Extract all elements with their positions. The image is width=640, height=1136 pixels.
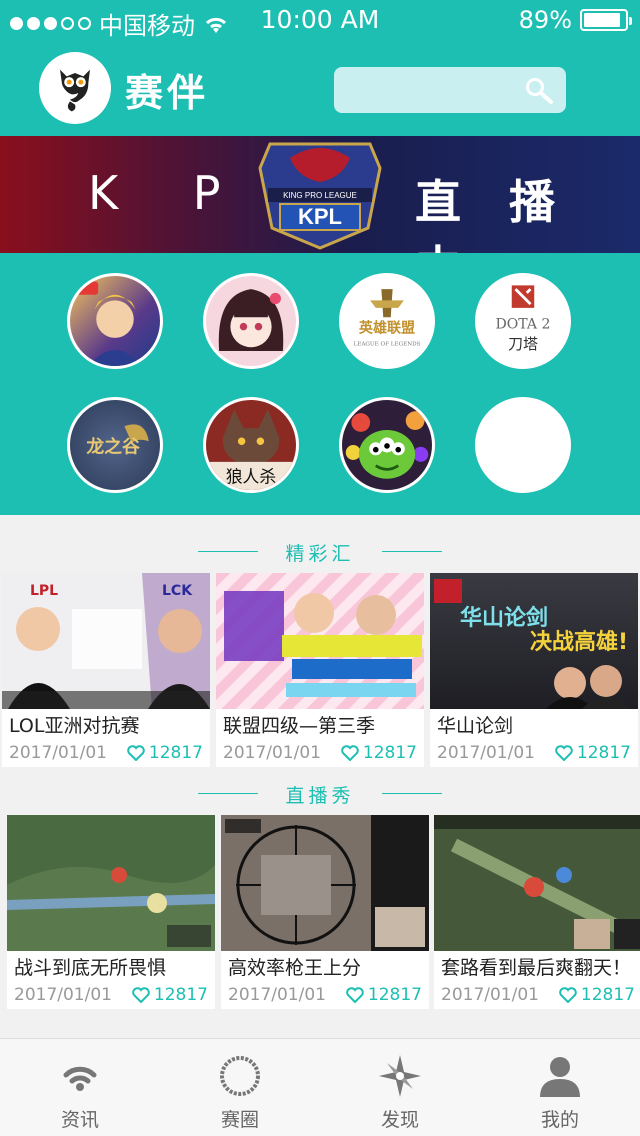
tab-me[interactable]: 我的 [480,1039,640,1136]
hero-portrait-icon[interactable] [67,273,163,369]
tab-circle[interactable]: 赛圈 [160,1039,320,1136]
tab-label: 资讯 [60,1109,99,1131]
card-title: 联盟四级—第三季 [223,715,376,737]
svg-text:龙之谷: 龙之谷 [85,436,140,458]
like-count[interactable]: 12817 [346,985,422,1005]
live-card[interactable]: 战斗到底无所畏惧 2017/01/01 12817 [7,815,215,1009]
video-thumbnail[interactable]: 华山论剑 决战高雄! [430,573,638,709]
svg-text:KPL: KPL [298,204,342,229]
like-count[interactable]: 12817 [132,985,208,1005]
svg-text:英雄联盟: 英雄联盟 [358,319,415,336]
dota2-icon[interactable]: DOTA 2 刀塔 [475,273,571,369]
battery-percent: 89% [518,6,572,34]
search-icon[interactable] [524,76,554,106]
highlight-card[interactable]: LPL LCK LOL亚洲对抗赛 2017/01/01 12817 [2,573,210,767]
user-icon [540,1057,580,1097]
werewolf-icon[interactable]: 狼人杀 [203,397,299,493]
card-title: 高效率枪王上分 [228,957,362,979]
like-count[interactable]: 12817 [341,743,417,763]
section-title-live-show: 直播秀 [0,781,640,808]
bottom-tab-bar: 资讯 赛圈 发现 我的 [0,1038,640,1136]
svg-text:华山论剑: 华山论剑 [460,605,548,631]
section-title-highlights: 精彩汇 [0,539,640,566]
svg-text:LCK: LCK [162,583,193,599]
empty-slot-icon[interactable] [475,397,571,493]
svg-text:刀塔: 刀塔 [508,335,538,353]
highlight-card[interactable]: 华山论剑 决战高雄! 华山论剑 2017/01/01 12817 [430,573,638,767]
kpl-live-banner[interactable]: K P L KPL KING PRO LEAGUE 直 播 中 [0,136,640,253]
highlight-card[interactable]: 联盟四级—第三季 2017/01/01 12817 [216,573,424,767]
heart-icon [555,745,573,761]
like-count[interactable]: 12817 [555,743,631,763]
card-date: 2017/01/01 [14,985,112,1005]
heart-icon [341,745,359,761]
tab-news[interactable]: 资讯 [0,1039,160,1136]
circle-icon [220,1056,260,1096]
tab-label: 赛圈 [220,1109,259,1131]
video-thumbnail[interactable] [221,815,429,951]
heart-icon [559,987,577,1003]
video-thumbnail[interactable] [216,573,424,709]
card-date: 2017/01/01 [437,743,535,763]
live-card[interactable]: 高效率枪王上分 2017/01/01 12817 [221,815,429,1009]
battery-icon [580,9,632,31]
league-of-legends-icon[interactable]: 英雄联盟 LEAGUE OF LEGENDS [339,273,435,369]
card-date: 2017/01/01 [223,743,321,763]
card-title: 华山论剑 [437,715,514,737]
anime-girl-icon[interactable] [203,273,299,369]
kpl-logo-icon: KPL KING PRO LEAGUE [258,142,382,250]
svg-text:LPL: LPL [30,583,58,599]
svg-text:DOTA 2: DOTA 2 [496,317,551,333]
tab-label: 发现 [380,1109,419,1131]
svg-text:KING PRO LEAGUE: KING PRO LEAGUE [283,191,357,200]
live-card[interactable]: 套路看到最后爽翻天！ 2017/01/01 12817 [434,815,640,1009]
search-box[interactable] [334,67,566,113]
tab-discover[interactable]: 发现 [320,1039,480,1136]
card-title: 战斗到底无所畏惧 [14,957,167,979]
owl-logo-icon[interactable] [39,52,111,124]
heart-icon [346,987,364,1003]
banner-right-text: 直 播 中 [415,175,572,253]
tab-label: 我的 [540,1109,579,1131]
video-thumbnail[interactable]: LPL LCK [2,573,210,709]
app-header: 赛伴 [0,40,640,136]
card-date: 2017/01/01 [9,743,107,763]
video-thumbnail[interactable] [434,815,640,951]
dragon-valley-icon[interactable]: 龙之谷 [67,397,163,493]
card-title: 套路看到最后爽翻天！ [441,957,632,979]
card-date: 2017/01/01 [441,985,539,1005]
video-thumbnail[interactable] [7,815,215,951]
heart-icon [127,745,145,761]
game-category-grid: 英雄联盟 LEAGUE OF LEGENDS DOTA 2 刀塔 龙之谷 狼人杀 [0,253,640,515]
green-monster-icon[interactable] [339,397,435,493]
heart-icon [132,987,150,1003]
svg-text:决战高雄!: 决战高雄! [530,629,628,655]
like-count[interactable]: 12817 [559,985,635,1005]
svg-text:狼人杀: 狼人杀 [226,467,277,487]
svg-text:LEAGUE OF LEGENDS: LEAGUE OF LEGENDS [354,341,421,347]
card-date: 2017/01/01 [228,985,326,1005]
app-title: 赛伴 [125,71,210,115]
like-count[interactable]: 12817 [127,743,203,763]
status-bar: 中国移动 10:00 AM 89% [0,0,640,40]
wifi-news-icon [63,1066,97,1091]
card-title: LOL亚洲对抗赛 [9,715,140,737]
compass-icon [379,1055,421,1097]
